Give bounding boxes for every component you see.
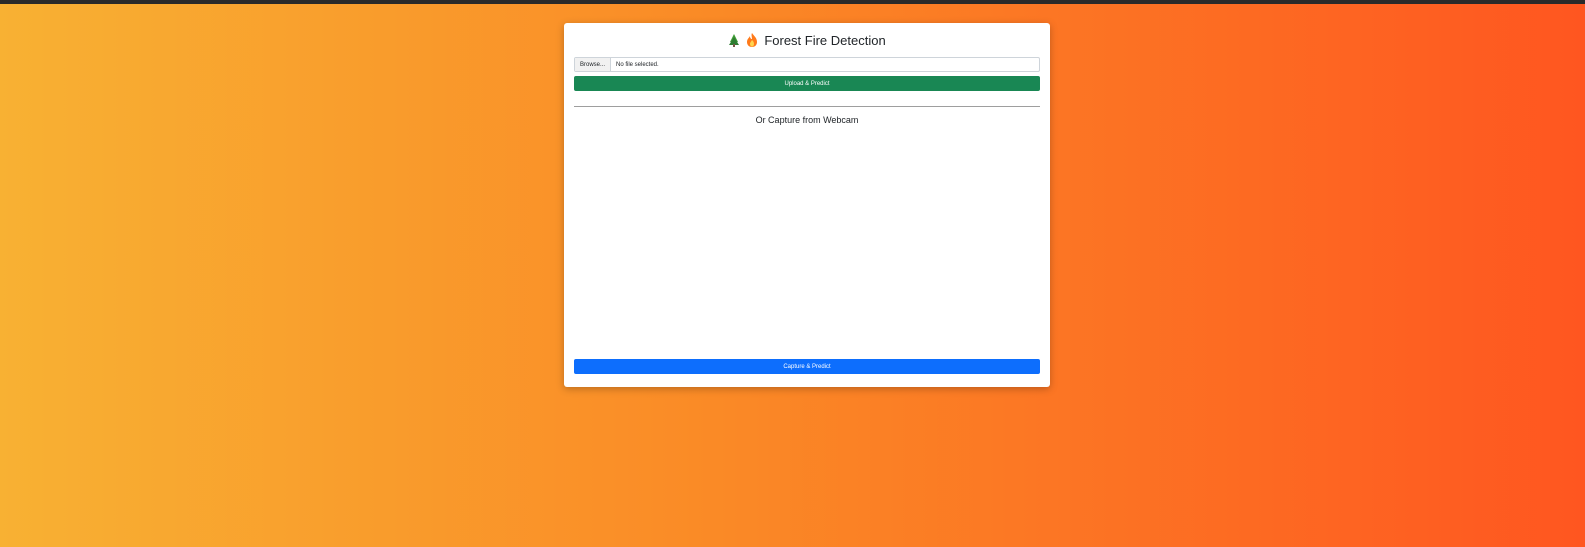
section-divider [574,106,1040,107]
webcam-preview [574,129,1040,359]
browser-top-bar [0,0,1585,4]
title-row: Forest Fire Detection [574,23,1040,57]
capture-predict-button[interactable]: Capture & Predict [574,359,1040,374]
browse-button[interactable]: Browse... [575,58,611,71]
page-title: Forest Fire Detection [764,32,886,48]
detection-card: Forest Fire Detection Browse... No file … [564,23,1050,387]
fire-icon [747,33,758,47]
webcam-heading: Or Capture from Webcam [755,115,859,125]
tree-icon [729,34,740,47]
upload-predict-button[interactable]: Upload & Predict [574,76,1040,91]
file-input[interactable]: Browse... No file selected. [574,57,1040,72]
file-status-text: No file selected. [616,61,659,68]
